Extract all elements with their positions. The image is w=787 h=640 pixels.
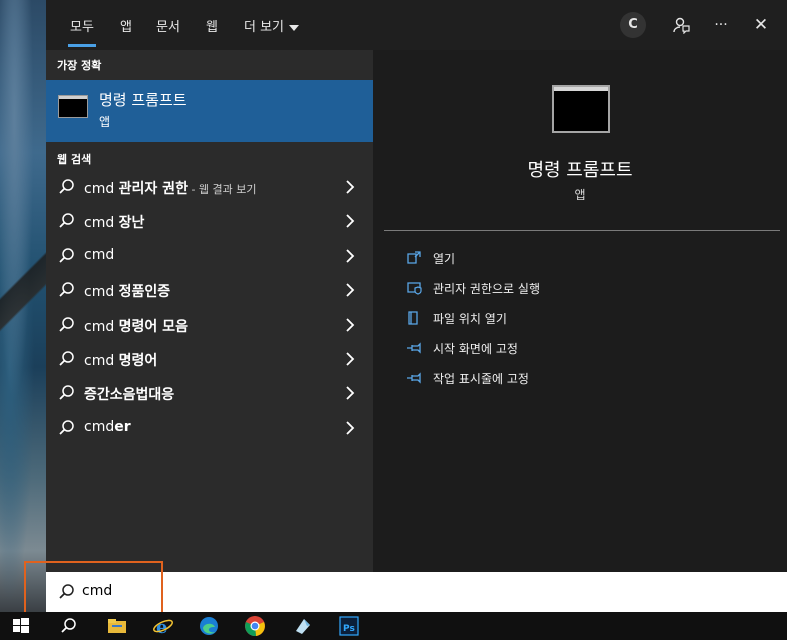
web-result-completion: 장난 <box>118 215 145 232</box>
open-icon <box>407 251 421 264</box>
search-icon <box>59 179 74 194</box>
web-result-completion: er <box>114 418 131 435</box>
web-result-completion: 명령어 모음 <box>118 318 188 335</box>
chevron-right-icon <box>346 421 355 435</box>
section-web-search: 웹 검색 <box>57 153 92 166</box>
top-bar: 모두 앱 문서 웹 더 보기 C ··· ✕ <box>46 0 787 50</box>
chevron-right-icon <box>346 180 355 194</box>
best-match-item[interactable]: 명령 프롬프트 앱 <box>46 80 373 142</box>
detail-pane: 명령 프롬프트 앱 열기 관리자 권한으로 실행 파일 위치 열기 시작 화면에… <box>373 50 787 572</box>
web-result-query: cmd <box>84 284 119 301</box>
search-icon <box>59 213 74 229</box>
command-prompt-icon <box>58 95 88 118</box>
svg-text:e: e <box>156 617 167 637</box>
detail-subtitle: 앱 <box>574 188 586 202</box>
chevron-right-icon <box>346 214 355 229</box>
search-icon <box>59 316 74 332</box>
command-prompt-large-icon <box>552 85 610 133</box>
close-icon[interactable]: ✕ <box>748 12 774 38</box>
web-result-query: cmd <box>84 215 119 232</box>
pin-icon <box>407 372 421 384</box>
web-result-suffix: - 웹 결과 보기 <box>187 183 257 196</box>
chevron-right-icon <box>346 283 355 297</box>
more-options-icon[interactable]: ··· <box>708 12 734 38</box>
web-result-label: cmd 장난 <box>84 212 144 232</box>
highlight-box <box>24 561 163 618</box>
action-run-as-admin-label: 관리자 권한으로 실행 <box>433 282 540 296</box>
web-result-query: cmd <box>84 181 119 197</box>
chrome-icon[interactable] <box>244 615 266 637</box>
web-result-item[interactable]: cmd <box>46 239 373 273</box>
web-result-label: cmd <box>84 247 114 263</box>
admin-shield-icon <box>407 282 422 295</box>
web-result-completion: 명령어 <box>118 353 158 369</box>
edge-icon[interactable] <box>198 615 220 637</box>
web-result-label: cmd 정품인증 <box>84 281 170 301</box>
tab-documents[interactable]: 문서 <box>156 16 180 35</box>
desktop-background <box>0 0 48 612</box>
file-location-icon <box>408 311 418 325</box>
chevron-right-icon <box>346 386 355 401</box>
web-result-label: 증간소음법대응 <box>84 384 174 404</box>
action-open-file-location-label: 파일 위치 열기 <box>433 312 507 326</box>
caret-down-icon <box>289 24 300 31</box>
action-pin-to-start-label: 시작 화면에 고정 <box>433 342 518 356</box>
tab-more[interactable]: 더 보기 <box>244 16 300 35</box>
tab-apps[interactable]: 앱 <box>120 16 132 35</box>
file-explorer-icon[interactable] <box>106 615 128 637</box>
search-icon <box>59 420 74 435</box>
tab-more-label: 더 보기 <box>244 20 285 35</box>
photoshop-icon[interactable]: Ps <box>338 615 360 637</box>
taskbar: e Ps <box>0 612 787 640</box>
web-result-query: cmd <box>84 353 119 369</box>
tab-all[interactable]: 모두 <box>68 16 96 47</box>
start-search-panel: 모두 앱 문서 웹 더 보기 C ··· ✕ 가장 정확 명령 프롬프트 앱 웹… <box>46 0 787 572</box>
tab-web[interactable]: 웹 <box>206 16 218 35</box>
app-icon[interactable] <box>292 615 314 637</box>
web-result-query: cmd <box>84 418 115 435</box>
web-result-item[interactable]: cmd 명령어 모음 <box>46 308 373 342</box>
action-pin-to-taskbar-label: 작업 표시줄에 고정 <box>433 372 529 386</box>
best-match-title: 명령 프롬프트 <box>99 91 187 109</box>
chevron-right-icon <box>346 249 355 263</box>
section-best-match: 가장 정확 <box>57 59 102 72</box>
best-match-subtitle: 앱 <box>99 115 111 129</box>
web-result-label: cmd 명령어 모음 <box>84 316 188 336</box>
action-open-label: 열기 <box>433 252 456 266</box>
feedback-icon[interactable] <box>668 12 694 38</box>
internet-explorer-icon[interactable]: e <box>152 615 174 637</box>
pin-icon <box>407 342 421 354</box>
web-result-completion: 정품인증 <box>118 284 171 301</box>
divider <box>384 230 780 231</box>
windows-start-icon[interactable] <box>10 615 32 637</box>
web-result-label: cmder <box>84 419 131 435</box>
web-result-label: cmd 관리자 권한 - 웹 결과 보기 <box>84 178 257 198</box>
photoshop-label: Ps <box>343 624 355 634</box>
search-icon <box>59 385 74 401</box>
web-result-item[interactable]: cmd 장난 <box>46 204 373 238</box>
web-result-completion: 관리자 권한 <box>118 181 188 197</box>
detail-title: 명령 프롬프트 <box>527 160 633 181</box>
web-result-query: cmd <box>84 246 115 263</box>
web-result-item[interactable]: 증간소음법대응 <box>46 376 373 410</box>
web-result-query: cmd <box>84 318 119 335</box>
chevron-right-icon <box>346 317 355 332</box>
web-result-completion: 증간소음법대응 <box>84 387 175 404</box>
search-icon <box>59 282 74 297</box>
web-result-item[interactable]: cmd 관리자 권한 - 웹 결과 보기 <box>46 170 373 204</box>
web-result-label: cmd 명령어 <box>84 350 157 370</box>
results-list: 가장 정확 명령 프롬프트 앱 웹 검색 cmd 관리자 권한 - 웹 결과 보… <box>46 50 373 572</box>
account-avatar[interactable]: C <box>620 12 646 38</box>
chevron-right-icon <box>346 352 355 366</box>
web-result-item[interactable]: cmd 명령어 <box>46 342 373 376</box>
web-result-item[interactable]: cmd 정품인증 <box>46 273 373 307</box>
search-icon <box>59 248 74 263</box>
search-icon[interactable] <box>58 615 80 637</box>
search-icon <box>59 351 74 366</box>
web-result-item[interactable]: cmder <box>46 411 373 445</box>
